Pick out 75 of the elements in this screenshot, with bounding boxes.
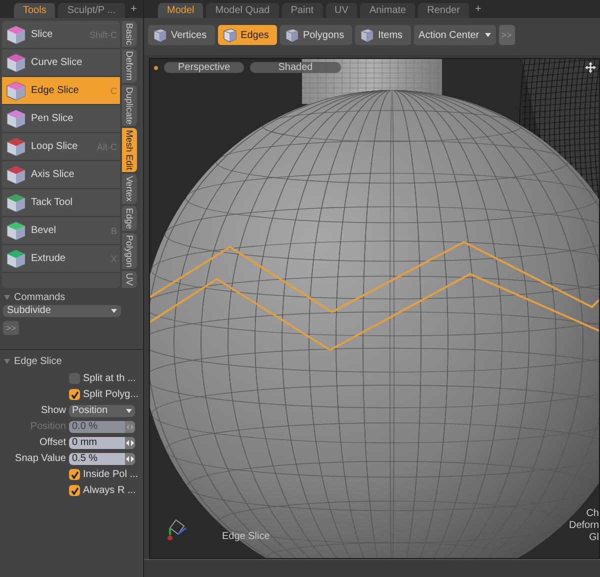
field-label: Snap Value xyxy=(14,453,66,464)
tool-item[interactable]: Axis Slice xyxy=(2,161,120,189)
view-dropdown[interactable]: Perspective xyxy=(164,62,244,73)
viewport[interactable]: Perspective Shaded Edge Slice Ch Deforn Gl xyxy=(149,58,600,559)
panel-tab[interactable]: Tools xyxy=(14,3,56,18)
tool-cube-icon xyxy=(5,136,27,158)
show-dropdown[interactable]: Position xyxy=(69,404,135,417)
tool-cube-icon xyxy=(5,52,27,74)
checkbox[interactable] xyxy=(69,485,80,496)
tool-item[interactable]: Edge Slice C xyxy=(2,77,120,105)
cube-icon xyxy=(284,27,300,43)
selection-mode-button[interactable]: Edges xyxy=(218,25,277,45)
checkbox-label: Split Polyg... xyxy=(83,389,139,400)
side-tab[interactable]: Mesh Edit xyxy=(122,128,137,172)
layout-tab[interactable]: Animate xyxy=(360,3,416,18)
move-icon[interactable] xyxy=(585,62,596,73)
side-tab[interactable]: Duplicate xyxy=(122,84,137,126)
caret-icon xyxy=(484,33,491,37)
caret-icon xyxy=(126,408,132,413)
commands-dropdown[interactable]: Subdivide xyxy=(3,304,121,317)
layout-tab[interactable]: Paint xyxy=(282,3,323,18)
layout-tab[interactable]: Render xyxy=(418,3,469,18)
action-center-dropdown[interactable]: Action Center xyxy=(414,25,496,45)
cube-icon xyxy=(359,27,376,43)
viewport-menu-dot[interactable] xyxy=(154,66,158,70)
section-title: Edge Slice xyxy=(14,356,62,367)
viewport-info-text: Ch xyxy=(586,508,599,520)
viewport-info-text: Deforn xyxy=(568,520,599,532)
layout-tab[interactable]: Model xyxy=(158,3,204,18)
selection-mode-button[interactable]: Items xyxy=(355,25,411,45)
checkbox[interactable] xyxy=(69,469,80,480)
field-label: Show xyxy=(40,405,66,416)
checkbox-label: Always R ... xyxy=(83,485,136,496)
tool-cube-icon xyxy=(5,220,27,242)
tool-cube-icon xyxy=(5,108,27,130)
check-icon xyxy=(70,390,78,399)
side-tab[interactable]: Deform xyxy=(122,49,137,83)
tool-item[interactable]: Pen Slice xyxy=(2,105,120,133)
cube-icon xyxy=(222,27,238,43)
section-title: Commands xyxy=(14,292,66,303)
tool-item[interactable]: Curve Slice xyxy=(2,49,120,77)
number-field[interactable]: 0.5 % xyxy=(69,452,135,465)
shading-dropdown[interactable]: Shaded xyxy=(250,62,341,73)
viewport-info-text: Gl xyxy=(589,532,599,544)
caret-icon xyxy=(111,308,117,313)
tool-cube-icon xyxy=(5,248,27,270)
spinner-arrows-icon[interactable] xyxy=(126,456,134,462)
spinner-arrows-icon[interactable] xyxy=(126,440,134,446)
side-tab[interactable]: Edge xyxy=(122,206,137,231)
add-tab-button[interactable]: + xyxy=(128,3,140,15)
checkbox-label: Inside Pol ... xyxy=(83,469,138,480)
tool-cube-icon xyxy=(5,80,27,102)
side-tab[interactable]: Basic xyxy=(122,21,137,48)
field-label: Offset xyxy=(38,437,66,448)
number-field[interactable]: 0 mm xyxy=(69,436,135,449)
side-tab[interactable]: Polygon xyxy=(122,232,137,270)
selection-mode-button[interactable]: Polygons xyxy=(280,25,352,45)
cube-icon xyxy=(152,27,168,43)
add-tab-button[interactable]: + xyxy=(472,3,484,15)
tool-item[interactable]: Tack Tool xyxy=(2,189,120,217)
tool-cube-icon xyxy=(5,164,27,186)
checkbox[interactable] xyxy=(69,389,80,400)
panel-tab[interactable]: Sculpt/P ... xyxy=(58,3,125,18)
tool-cube-icon xyxy=(5,24,27,46)
collapse-triangle-icon[interactable] xyxy=(4,294,10,300)
layout-tab[interactable]: UV xyxy=(326,3,358,18)
checkbox[interactable] xyxy=(69,373,80,384)
layout-tab[interactable]: Model Quad xyxy=(206,3,279,18)
side-tab[interactable]: Vertex xyxy=(122,174,137,204)
tool-cube-icon xyxy=(5,192,27,214)
collapse-triangle-icon[interactable] xyxy=(4,358,10,364)
active-tool-label: Edge Slice xyxy=(222,531,270,542)
selection-mode-button[interactable]: Vertices xyxy=(148,25,215,45)
side-tab[interactable]: UV xyxy=(122,271,137,288)
checkbox-label: Split at th ... xyxy=(83,373,136,384)
